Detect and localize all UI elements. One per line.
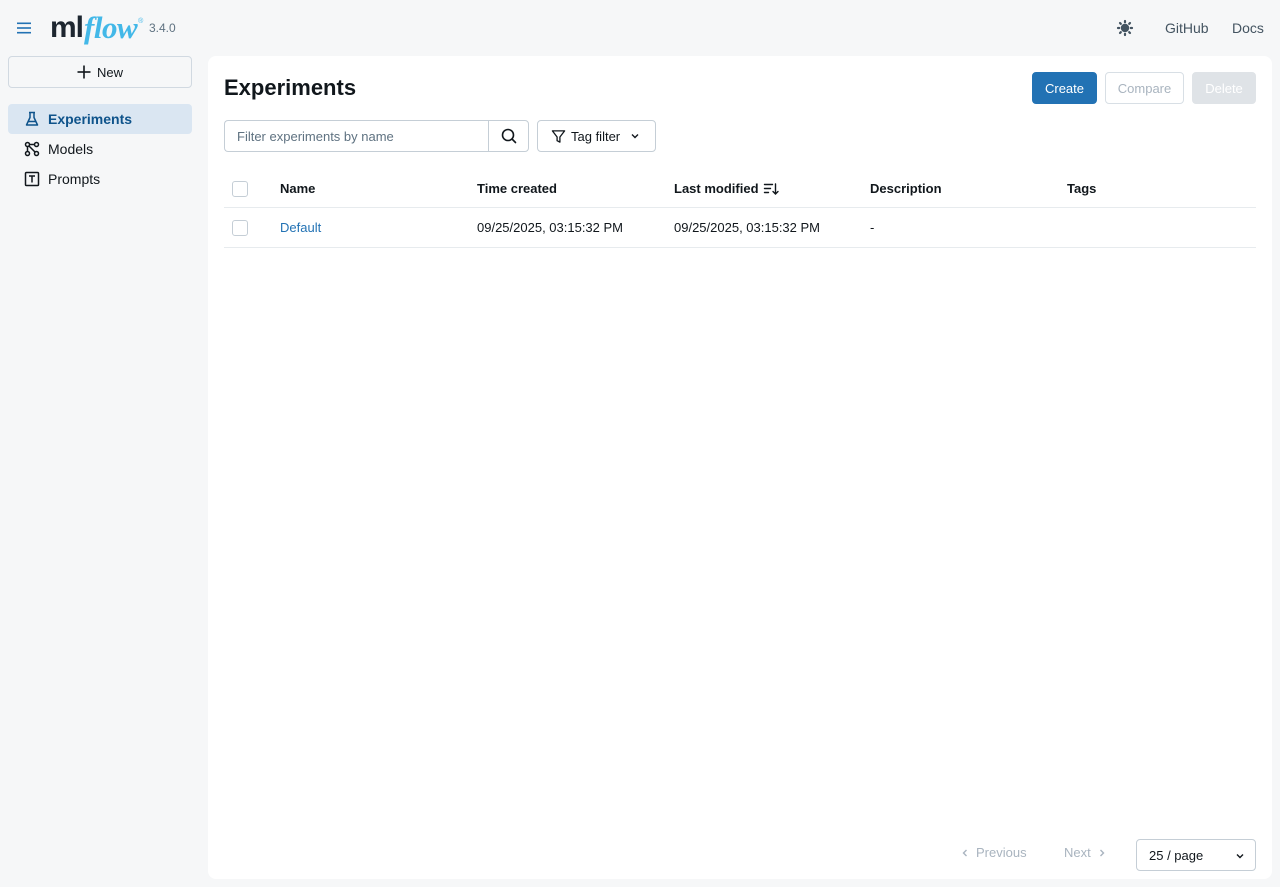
search-input[interactable] — [224, 120, 488, 152]
chevron-down-icon — [1235, 851, 1245, 861]
sidebar-item-prompts[interactable]: Prompts — [8, 164, 192, 194]
page-size-value: 25 / page — [1149, 847, 1204, 863]
logo-text-ml: ml — [50, 11, 84, 44]
header-last-modified[interactable]: Last modified — [674, 170, 779, 207]
header-last-modified-label: Last modified — [674, 181, 759, 196]
sort-descending-icon[interactable] — [763, 181, 779, 197]
previous-label: Previous — [976, 845, 1027, 860]
page-title: Experiments — [224, 75, 357, 100]
logo-trademark: ® — [138, 18, 144, 25]
page-size-select[interactable]: 25 / page — [1136, 839, 1256, 871]
select-all-cell — [232, 170, 248, 207]
row-select-cell — [232, 208, 248, 247]
main-panel: Experiments Create Compare Delete Tag fi… — [208, 56, 1272, 879]
github-link[interactable]: GitHub — [1165, 20, 1209, 36]
next-label: Next — [1064, 845, 1091, 860]
search-button[interactable] — [488, 120, 529, 152]
version-label: 3.4.0 — [149, 21, 176, 35]
logo-text-flow: flow — [84, 10, 138, 45]
chevron-down-icon — [629, 130, 641, 142]
header-tags[interactable]: Tags — [1067, 170, 1096, 207]
tag-filter-dropdown[interactable]: Tag filter — [537, 120, 656, 152]
create-button[interactable]: Create — [1032, 72, 1097, 104]
header-name[interactable]: Name — [280, 170, 315, 207]
next-page-button[interactable]: Next — [1064, 845, 1107, 860]
header-time-created[interactable]: Time created — [477, 170, 557, 207]
row-last-modified: 09/25/2025, 03:15:32 PM — [674, 220, 821, 235]
previous-page-button[interactable]: Previous — [960, 845, 1027, 860]
table-header: Name Time created Last modified Descript… — [224, 170, 1256, 208]
experiment-name-link[interactable]: Default — [280, 220, 321, 235]
new-button-label: New — [96, 64, 123, 80]
search-group — [224, 120, 529, 152]
row-description: - — [870, 220, 875, 235]
chevron-right-icon — [1097, 848, 1107, 858]
models-icon — [24, 141, 40, 157]
search-icon — [501, 128, 517, 144]
row-time-created: 09/25/2025, 03:15:32 PM — [477, 220, 624, 235]
sidebar-item-label: Models — [48, 141, 94, 157]
mlflow-logo[interactable]: ml flow ® — [50, 10, 143, 46]
experiments-table: Name Time created Last modified Descript… — [224, 170, 1256, 248]
theme-toggle-icon[interactable] — [1115, 18, 1135, 38]
row-checkbox[interactable] — [232, 219, 248, 236]
docs-link[interactable]: Docs — [1232, 20, 1264, 36]
plus-icon — [77, 65, 91, 79]
new-button[interactable]: New — [8, 56, 192, 88]
delete-button[interactable]: Delete — [1192, 72, 1256, 104]
tag-filter-label: Tag filter — [571, 128, 621, 144]
chevron-left-icon — [960, 848, 970, 858]
sidebar-item-experiments[interactable]: Experiments — [8, 104, 192, 134]
sidebar-item-label: Prompts — [48, 171, 101, 187]
sidebar-item-label: Experiments — [48, 111, 133, 127]
compare-button[interactable]: Compare — [1105, 72, 1184, 104]
top-bar: ml flow ® 3.4.0 GitHub Docs — [0, 0, 1280, 56]
row-name-cell: Default — [280, 208, 321, 247]
hamburger-menu-icon[interactable] — [14, 18, 34, 38]
select-all-checkbox[interactable] — [232, 180, 248, 197]
header-description[interactable]: Description — [870, 170, 942, 207]
table-row[interactable]: Default 09/25/2025, 03:15:32 PM 09/25/20… — [224, 208, 1256, 248]
beaker-icon — [24, 111, 40, 127]
sidebar-item-models[interactable]: Models — [8, 134, 192, 164]
filter-icon — [551, 129, 566, 144]
prompt-icon — [24, 171, 40, 187]
